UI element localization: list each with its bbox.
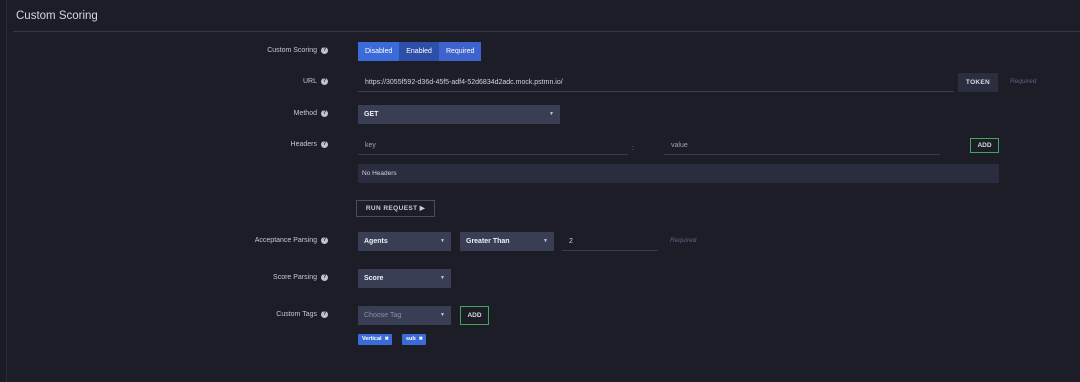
acceptance-required-hint: Required — [670, 237, 697, 244]
tag-chip: Vertical ✖ — [358, 334, 392, 345]
panel-title: Custom Scoring — [16, 10, 98, 22]
option-disabled-button[interactable]: Disabled — [358, 42, 400, 61]
option-required-button[interactable]: Required — [438, 42, 482, 61]
help-icon[interactable]: ? — [321, 311, 328, 318]
close-icon[interactable]: ✖ — [419, 334, 423, 345]
caret-down-icon: ▼ — [543, 238, 548, 244]
caret-down-icon: ▼ — [440, 275, 445, 281]
headers-label-text: Headers — [290, 141, 317, 148]
custom-scoring-panel: Custom Scoring — [6, 0, 1080, 382]
url-input[interactable]: https://3055f592-d36d-45f5-adf4-52d6834d… — [358, 73, 954, 92]
divider — [13, 31, 1080, 32]
help-icon[interactable]: ? — [321, 141, 328, 148]
header-separator: : — [632, 145, 634, 152]
caret-down-icon: ▼ — [440, 312, 445, 318]
method-label-text: Method — [293, 110, 317, 117]
headers-label: Headers ? — [291, 141, 328, 148]
custom-tags-label-text: Custom Tags — [276, 311, 317, 318]
custom-scoring-toggle: Disabled Enabled Required — [358, 42, 482, 61]
url-required-hint: Required — [1010, 78, 1037, 85]
url-label: URL ? — [303, 78, 328, 85]
tag-label: sub — [406, 336, 416, 342]
score-parsing-label-text: Score Parsing — [273, 274, 317, 281]
caret-down-icon: ▼ — [440, 238, 445, 244]
header-value-input[interactable]: value — [664, 136, 940, 155]
method-select-value: GET — [364, 111, 379, 118]
method-select[interactable]: GET ▼ — [358, 105, 560, 124]
score-parsing-value: Score — [364, 275, 384, 282]
custom-tags-label: Custom Tags ? — [276, 311, 328, 318]
caret-down-icon: ▼ — [549, 111, 554, 117]
score-parsing-select[interactable]: Score ▼ — [358, 269, 451, 288]
option-enabled-button[interactable]: Enabled — [399, 42, 439, 61]
acceptance-operator-value: Greater Than — [466, 238, 510, 245]
acceptance-value-input[interactable]: 2 — [562, 232, 658, 251]
method-label: Method ? — [294, 110, 328, 117]
help-icon[interactable]: ? — [321, 110, 328, 117]
help-icon[interactable]: ? — [321, 237, 328, 244]
add-header-button[interactable]: ADD — [970, 138, 999, 153]
custom-scoring-label-text: Custom Scoring — [267, 47, 317, 54]
help-icon[interactable]: ? — [321, 78, 328, 85]
url-label-text: URL — [302, 78, 317, 85]
token-button[interactable]: TOKEN — [958, 73, 998, 92]
acceptance-parsing-label-text: Acceptance Parsing — [254, 237, 317, 244]
acceptance-field-select[interactable]: Agents ▼ — [358, 232, 451, 251]
custom-tag-select[interactable]: Choose Tag ▼ — [358, 306, 451, 325]
header-key-input[interactable]: key — [358, 136, 628, 155]
acceptance-field-value: Agents — [364, 238, 388, 245]
custom-scoring-label: Custom Scoring ? — [267, 47, 328, 54]
run-request-button[interactable]: RUN REQUEST ▶ — [356, 200, 435, 217]
headers-empty-state: No Headers — [358, 164, 999, 183]
acceptance-operator-select[interactable]: Greater Than ▼ — [460, 232, 554, 251]
help-icon[interactable]: ? — [321, 274, 328, 281]
acceptance-parsing-label: Acceptance Parsing ? — [255, 237, 328, 244]
score-parsing-label: Score Parsing ? — [273, 274, 328, 281]
close-icon[interactable]: ✖ — [385, 334, 389, 345]
custom-tag-placeholder: Choose Tag — [364, 312, 402, 319]
help-icon[interactable]: ? — [321, 47, 328, 54]
add-tag-button[interactable]: ADD — [460, 306, 489, 325]
tag-label: Vertical — [362, 336, 382, 342]
tag-chip: sub ✖ — [402, 334, 426, 345]
